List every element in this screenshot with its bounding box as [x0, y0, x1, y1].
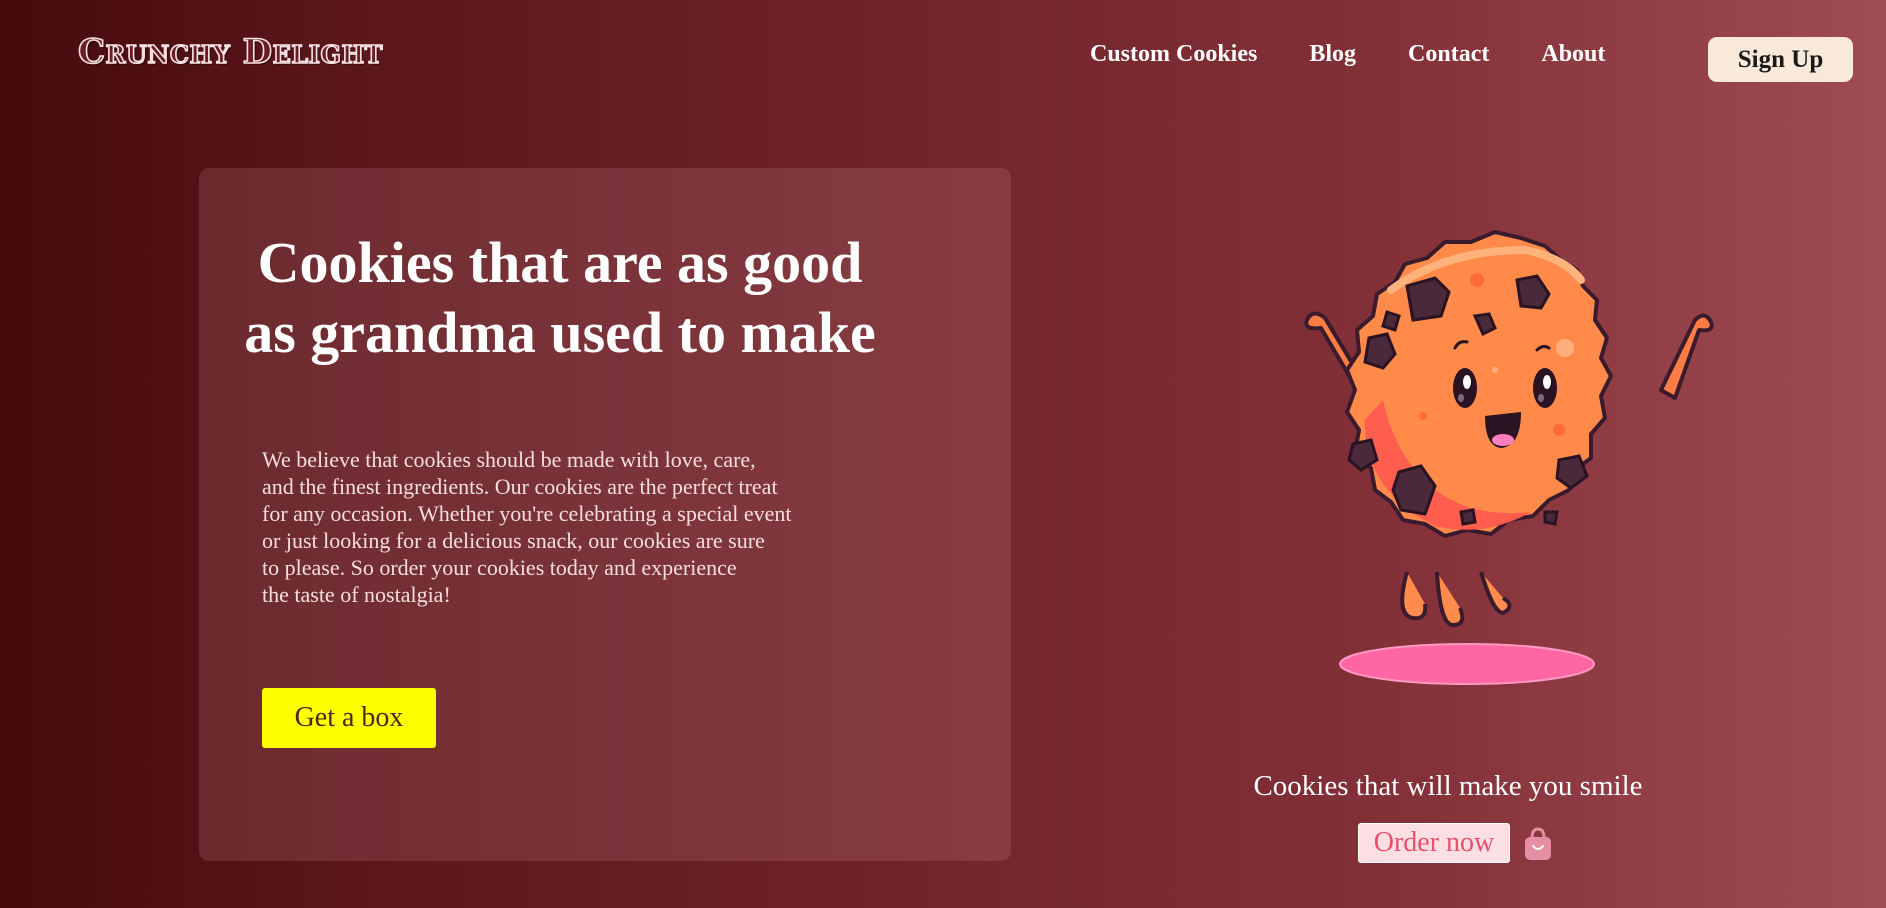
tagline: Cookies that will make you smile — [1253, 770, 1643, 802]
get-a-box-button[interactable]: Get a box — [262, 688, 436, 748]
nav-blog[interactable]: Blog — [1309, 38, 1356, 70]
hero-headline: Cookies that are as good as grandma used… — [230, 228, 890, 368]
hero-description: We believe that cookies should be made w… — [262, 447, 792, 607]
sign-up-button[interactable]: Sign Up — [1708, 37, 1853, 82]
order-now-button[interactable]: Order now — [1358, 823, 1510, 863]
hero-headline-line-2: as grandma used to make — [244, 300, 876, 365]
nav-custom-cookies[interactable]: Custom Cookies — [1090, 38, 1257, 70]
main-nav: Custom Cookies Blog Contact About — [1090, 38, 1657, 70]
brand-logo[interactable]: Crunchy Delight — [77, 30, 383, 74]
shopping-bag-icon[interactable] — [1522, 826, 1554, 862]
nav-about[interactable]: About — [1541, 38, 1605, 70]
happy-cookie-illustration — [1304, 230, 1714, 685]
nav-contact[interactable]: Contact — [1408, 38, 1489, 70]
hero-headline-line-1: Cookies that are as good — [257, 230, 863, 295]
